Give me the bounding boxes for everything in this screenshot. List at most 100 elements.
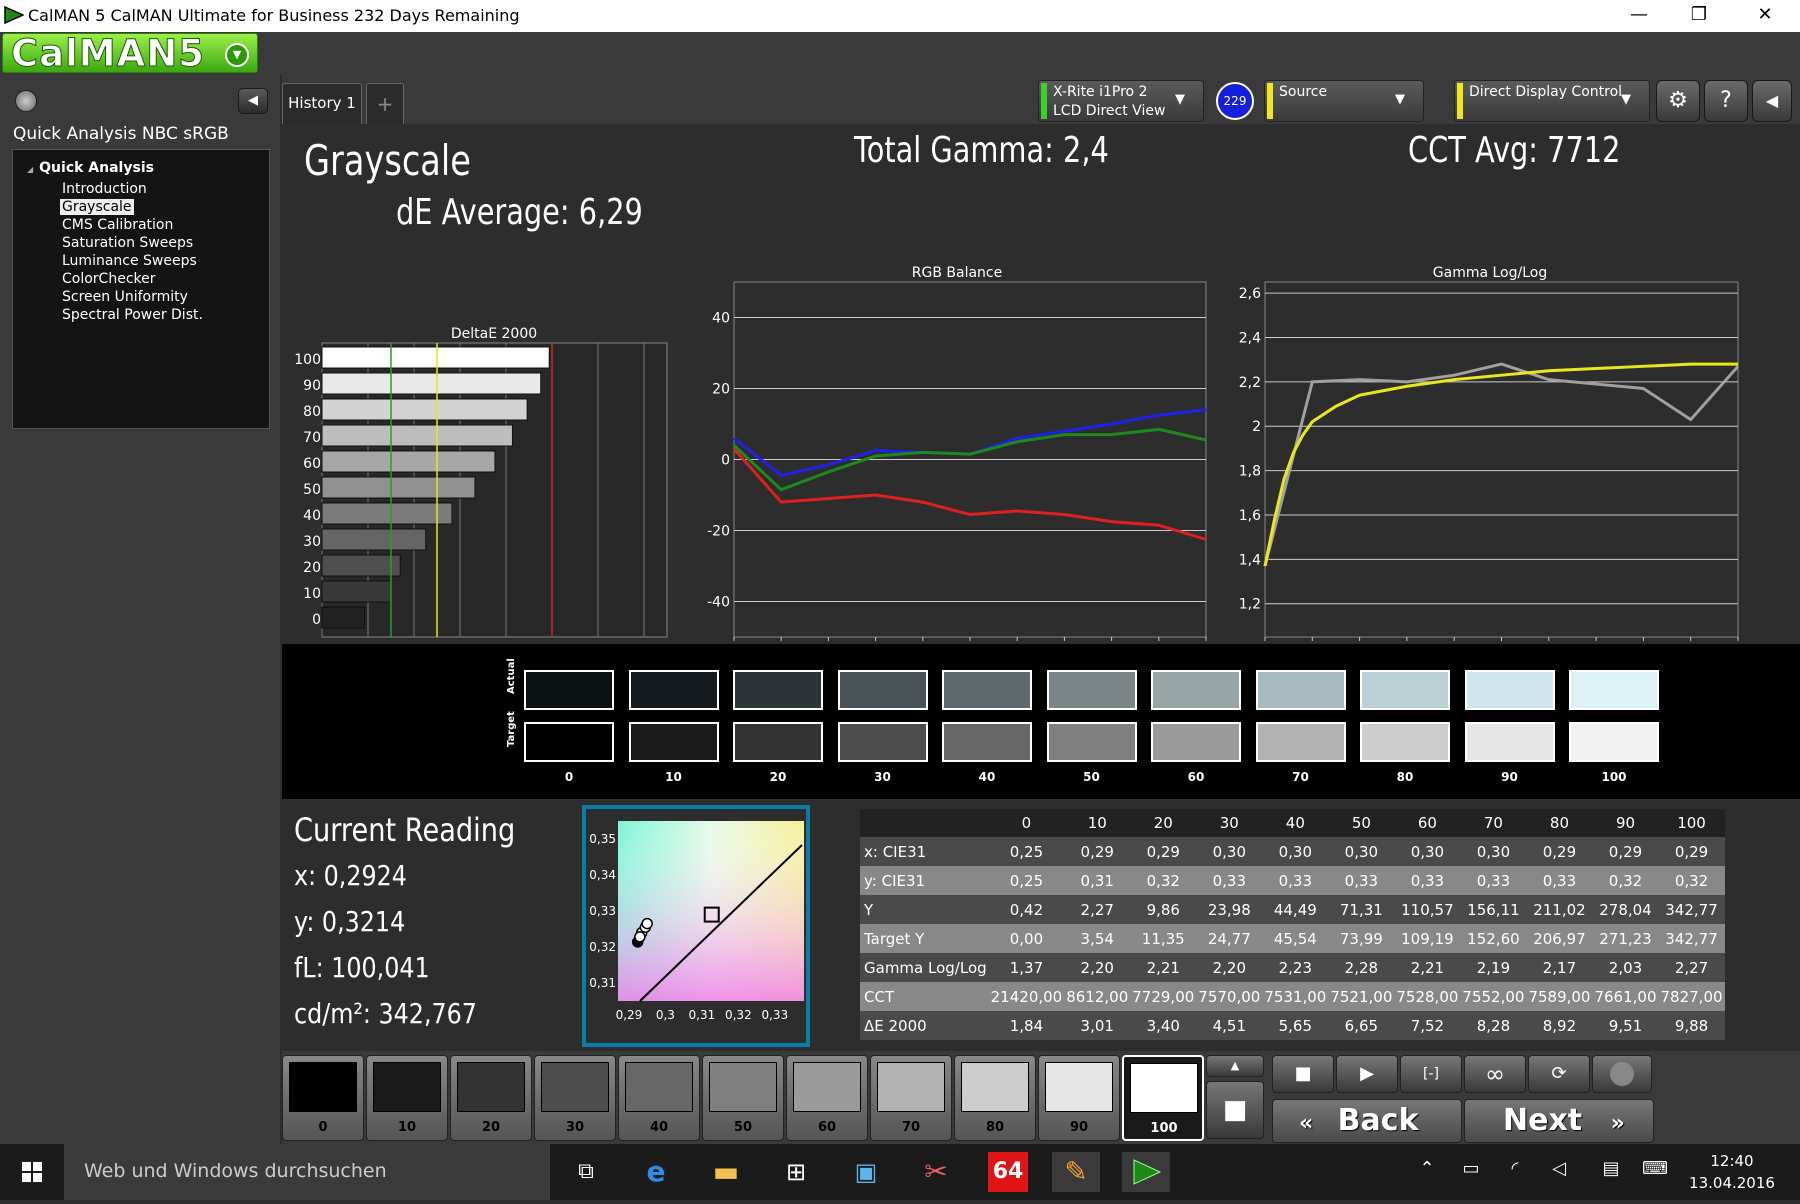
patch-button[interactable]: 10: [366, 1055, 448, 1141]
task-view-icon[interactable]: ⧉: [562, 1152, 610, 1192]
workflow-status-icon[interactable]: [15, 90, 37, 112]
patch-button[interactable]: 70: [870, 1055, 952, 1141]
actual-swatch: [1151, 670, 1241, 710]
patch-button[interactable]: 50: [702, 1055, 784, 1141]
patch-label: 80: [985, 1120, 1005, 1135]
snipping-tool-icon[interactable]: ✂: [912, 1152, 960, 1192]
deltae-y-tick: 20: [303, 560, 321, 576]
sidebar-collapse-button[interactable]: ◀: [238, 88, 268, 114]
tree-group-quick-analysis[interactable]: ◢ Quick Analysis: [27, 160, 154, 176]
patch-button[interactable]: 40: [618, 1055, 700, 1141]
file-explorer-icon[interactable]: ▬: [702, 1152, 750, 1192]
sidebar-item-spectral-power[interactable]: Spectral Power Dist.: [60, 307, 205, 323]
table-cell: 24,77: [1196, 924, 1263, 953]
table-cell: 0,33: [1196, 866, 1263, 895]
sidebar-item-introduction[interactable]: Introduction: [60, 181, 149, 197]
close-button[interactable]: ✕: [1750, 4, 1780, 28]
volume-icon[interactable]: ◁: [1544, 1158, 1574, 1179]
table-cell: 9,51: [1592, 1011, 1659, 1040]
patch-button[interactable]: 90: [1038, 1055, 1120, 1141]
table-row-label: y: CIE31: [860, 866, 989, 895]
table-column-header: 100: [1658, 809, 1725, 837]
sidebar-item-grayscale[interactable]: Grayscale: [60, 199, 134, 215]
chevron-down-icon[interactable]: ▼: [1387, 92, 1413, 112]
reading-y: y: 0,3214: [294, 905, 406, 938]
battery-icon[interactable]: ▭: [1456, 1158, 1486, 1179]
target-swatch: [524, 722, 614, 762]
refresh-button[interactable]: ⟳: [1528, 1055, 1590, 1093]
meter-selector[interactable]: X-Rite i1Pro 2 LCD Direct View ▼: [1038, 80, 1204, 122]
calman-taskbar-icon[interactable]: [1122, 1152, 1170, 1192]
patch-button[interactable]: 100: [1122, 1055, 1204, 1141]
patch-color-preview: [961, 1062, 1029, 1112]
display-selector[interactable]: Direct Display Control ▼: [1454, 80, 1650, 122]
chevron-down-icon[interactable]: ▼: [1613, 92, 1639, 112]
start-button[interactable]: [0, 1144, 64, 1200]
keyboard-icon[interactable]: ⌨: [1640, 1158, 1670, 1179]
paint-icon[interactable]: ✎: [1052, 1152, 1100, 1192]
settings-button[interactable]: ⚙: [1656, 80, 1700, 122]
swatch-level-label: 90: [1501, 770, 1518, 784]
cie-measurement-point: [634, 931, 646, 943]
sidebar-item-cms-calibration[interactable]: CMS Calibration: [60, 217, 175, 233]
patch-button[interactable]: 60: [786, 1055, 868, 1141]
table-cell: 3,01: [1064, 1011, 1131, 1040]
sidebar-item-saturation-sweeps[interactable]: Saturation Sweeps: [60, 235, 195, 251]
patch-button[interactable]: 30: [534, 1055, 616, 1141]
store-icon[interactable]: ⊞: [772, 1152, 820, 1192]
back-label: Back: [1337, 1103, 1419, 1138]
table-cell: 2,19: [1460, 953, 1527, 982]
rgb-balance-y-tick: 0: [721, 453, 730, 469]
next-button[interactable]: Next »: [1464, 1099, 1654, 1143]
calman-logo-menu[interactable]: CalMAN5 ▼: [2, 33, 258, 74]
chevron-down-icon[interactable]: ▼: [1167, 92, 1193, 112]
chevron-down-icon[interactable]: ▼: [225, 43, 249, 67]
patch-button[interactable]: 20: [450, 1055, 532, 1141]
chevron-up-icon[interactable]: ⌃: [1412, 1158, 1442, 1179]
patch-button[interactable]: 0: [282, 1055, 364, 1141]
add-tab-button[interactable]: +: [366, 83, 404, 124]
frame-button[interactable]: [‑]: [1400, 1055, 1462, 1093]
back-button[interactable]: « Back: [1272, 1099, 1462, 1143]
table-cell: 73,99: [1328, 924, 1395, 953]
actual-row-label: Actual: [506, 658, 517, 694]
control-panel-icon[interactable]: ▣: [842, 1152, 890, 1192]
target-swatch: [1151, 722, 1241, 762]
scroll-up-button[interactable]: ▲: [1206, 1055, 1264, 1077]
notification-icon[interactable]: ▤: [1596, 1158, 1626, 1179]
deltae-bar: [321, 606, 365, 629]
record-button[interactable]: ■: [1206, 1081, 1264, 1139]
table-cell: 0,33: [1460, 866, 1527, 895]
aida64-icon[interactable]: 64: [988, 1152, 1028, 1192]
system-clock[interactable]: 12:40 13.04.2016: [1682, 1150, 1782, 1194]
help-button[interactable]: ?: [1704, 80, 1748, 122]
deltae-bar: [321, 450, 496, 473]
windows-taskbar: Web und Windows durchsuchen ⧉ e ▬ ⊞ ▣ ✂ …: [0, 1144, 1800, 1200]
minimize-button[interactable]: —: [1624, 4, 1654, 28]
loop-button[interactable]: ∞: [1464, 1055, 1526, 1093]
meter-reading-badge[interactable]: 229: [1216, 82, 1254, 120]
source-selector[interactable]: Source ▼: [1264, 80, 1424, 122]
taskbar-search-input[interactable]: Web und Windows durchsuchen: [64, 1144, 550, 1200]
stop-button[interactable]: ■: [1272, 1055, 1334, 1093]
toggle-circle-icon: [1610, 1062, 1634, 1086]
expand-triangle-icon[interactable]: ◢: [27, 165, 33, 174]
restore-button[interactable]: ❐: [1684, 4, 1714, 28]
patch-button[interactable]: 80: [954, 1055, 1036, 1141]
table-cell: 3,40: [1130, 1011, 1197, 1040]
gamma-chart: Gamma Log/Log 2,62,42,221,81,61,41,20102…: [1239, 265, 1740, 641]
sidebar-item-screen-uniformity[interactable]: Screen Uniformity: [60, 289, 190, 305]
edge-browser-icon[interactable]: e: [632, 1152, 680, 1192]
cie-y-tick: 0,31: [589, 976, 616, 990]
play-button[interactable]: ▶: [1336, 1055, 1398, 1093]
toggle-button[interactable]: [1592, 1055, 1652, 1093]
deltae-chart: DeltaE 2000 0246810121410090807060504030…: [294, 326, 668, 638]
sidebar-item-colorchecker[interactable]: ColorChecker: [60, 271, 158, 287]
wifi-icon[interactable]: ◜: [1500, 1158, 1530, 1179]
patch-label: 0: [318, 1120, 328, 1135]
patch-label: 50: [733, 1120, 753, 1135]
sidebar-item-luminance-sweeps[interactable]: Luminance Sweeps: [60, 253, 199, 269]
table-cell: 0,30: [1328, 837, 1395, 866]
panel-collapse-button[interactable]: ◀: [1752, 80, 1792, 122]
tab-history-1[interactable]: History 1: [282, 83, 362, 124]
